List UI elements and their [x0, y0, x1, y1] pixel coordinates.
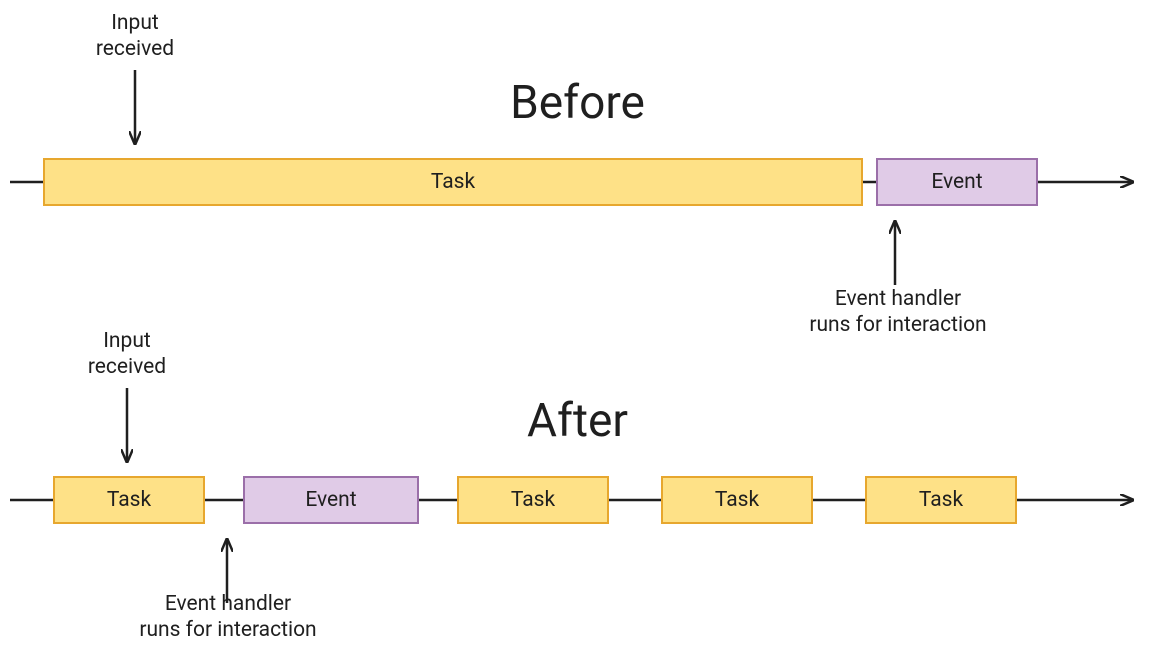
- after-title: After: [428, 394, 728, 448]
- after-task-3-label: Task: [715, 488, 759, 512]
- after-task-2-label: Task: [511, 488, 555, 512]
- after-task-box-3: Task: [661, 476, 813, 524]
- before-input-annotation: Input received: [90, 10, 180, 63]
- after-event-box: Event: [243, 476, 419, 524]
- after-task-box-1: Task: [53, 476, 205, 524]
- after-task-4-label: Task: [919, 488, 963, 512]
- after-task-1-label: Task: [107, 488, 151, 512]
- before-event-label: Event: [931, 170, 982, 194]
- after-task-box-2: Task: [457, 476, 609, 524]
- diagram-stage: Before Input received Task Event Event h…: [0, 0, 1155, 647]
- after-event-annotation: Event handler runs for interaction: [128, 591, 328, 644]
- before-task-box: Task: [43, 158, 863, 206]
- before-event-box: Event: [876, 158, 1038, 206]
- after-event-label: Event: [305, 488, 356, 512]
- after-task-box-4: Task: [865, 476, 1017, 524]
- after-input-annotation: Input received: [82, 328, 172, 381]
- before-event-annotation: Event handler runs for interaction: [798, 286, 998, 339]
- before-task-label: Task: [431, 170, 475, 194]
- before-title: Before: [428, 76, 728, 130]
